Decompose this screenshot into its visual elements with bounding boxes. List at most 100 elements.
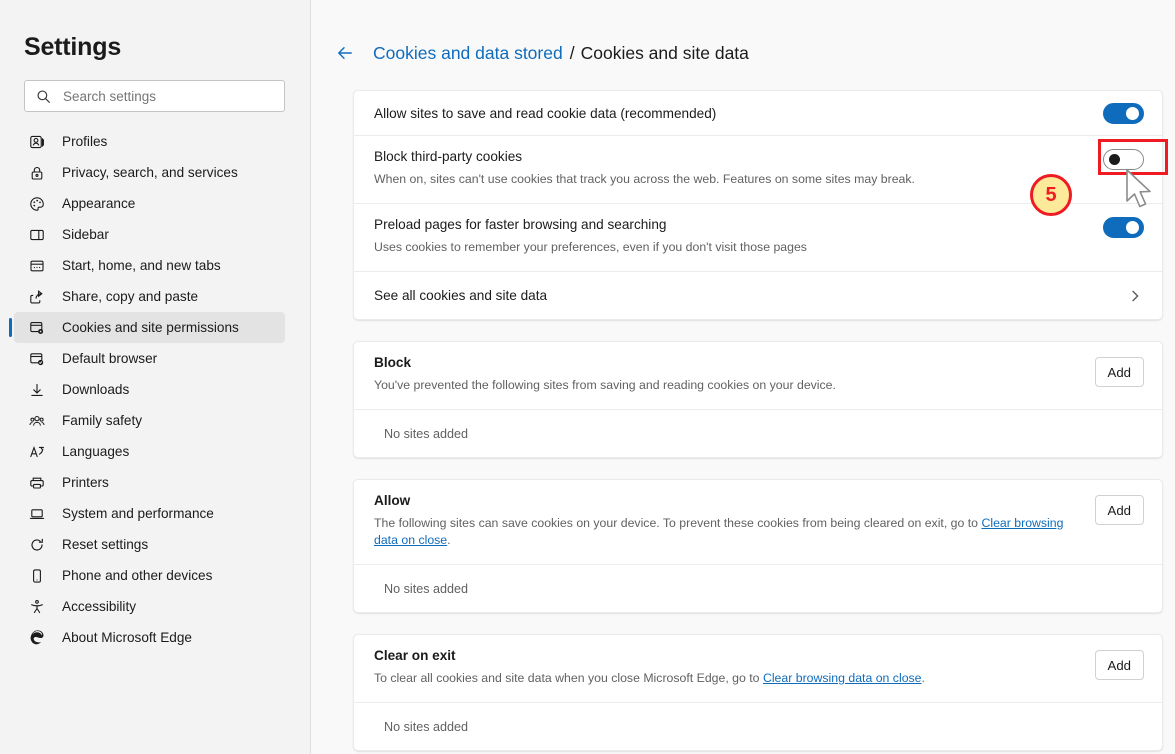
sidebar-item-label: Downloads xyxy=(62,382,130,397)
palette-icon xyxy=(27,194,47,214)
lock-icon xyxy=(27,163,47,183)
sidebar-item-label: Sidebar xyxy=(62,227,109,242)
sidebar-item-phone-and-other-devices[interactable]: Phone and other devices xyxy=(14,560,285,591)
sidebar-item-sidebar[interactable]: Sidebar xyxy=(14,219,285,250)
add-allowed-site-button[interactable]: Add xyxy=(1094,495,1144,525)
laptop-icon xyxy=(27,504,47,524)
sidebar-item-about-microsoft-edge[interactable]: About Microsoft Edge xyxy=(14,622,285,653)
allow-card-description-suffix: . xyxy=(447,533,451,547)
block-card-title: Block xyxy=(374,355,412,370)
allow-card-title: Allow xyxy=(374,493,411,508)
reset-icon xyxy=(27,535,47,555)
sidebar-item-label: Share, copy and paste xyxy=(62,289,199,304)
allow-sites-list: No sites added xyxy=(354,564,1162,612)
printer-icon xyxy=(27,473,47,493)
sidebar-item-system-and-performance[interactable]: System and performance xyxy=(14,498,285,529)
page-title: Settings xyxy=(24,33,122,61)
setting-title: Allow sites to save and read cookie data… xyxy=(374,105,717,121)
allow-empty-text: No sites added xyxy=(384,581,469,596)
sidebar-item-reset-settings[interactable]: Reset settings xyxy=(14,529,285,560)
sidebar-item-default-browser[interactable]: Default browser xyxy=(14,343,285,374)
sidebar-item-label: Start, home, and new tabs xyxy=(62,258,221,273)
row-texts: Clear on exit To clear all cookies and s… xyxy=(374,648,1095,687)
settings-content: Cookies and data stored / Cookies and si… xyxy=(311,0,1175,754)
block-card-description: You've prevented the following sites fro… xyxy=(374,377,1077,394)
sidebar-item-profiles[interactable]: Profiles xyxy=(14,126,285,157)
setting-title: Block third-party cookies xyxy=(374,149,523,164)
clear-browsing-data-on-close-link[interactable]: Clear browsing data on close xyxy=(763,671,922,685)
clear-on-exit-card: Clear on exit To clear all cookies and s… xyxy=(353,634,1163,751)
back-arrow-icon[interactable] xyxy=(333,41,357,65)
sidebar-item-label: Cookies and site permissions xyxy=(62,320,239,335)
sidebar-item-label: Phone and other devices xyxy=(62,568,213,583)
sidebar-item-cookies-and-site-permissions[interactable]: Cookies and site permissions xyxy=(9,312,285,343)
allow-sites-card: Allow The following sites can save cooki… xyxy=(353,479,1163,613)
setting-title: Preload pages for faster browsing and se… xyxy=(374,217,667,232)
sidebar-item-label: Accessibility xyxy=(62,599,137,614)
cookie-permissions-icon xyxy=(27,318,47,338)
cookie-settings-card: Allow sites to save and read cookie data… xyxy=(353,90,1163,320)
edge-logo-icon xyxy=(27,628,47,648)
sidebar-item-label: About Microsoft Edge xyxy=(62,630,192,645)
languages-icon xyxy=(27,442,47,462)
toggle-block-third-party-cookies[interactable] xyxy=(1103,149,1144,170)
search-input[interactable] xyxy=(63,88,274,104)
row-texts: Block third-party cookies When on, sites… xyxy=(374,149,1103,188)
settings-page: Settings Profiles xyxy=(0,0,1175,754)
row-texts: Block You've prevented the following sit… xyxy=(374,355,1095,394)
setting-title: See all cookies and site data xyxy=(374,288,548,303)
sidebar-item-languages[interactable]: Languages xyxy=(14,436,285,467)
sidebar-item-label: System and performance xyxy=(62,506,214,521)
clear-on-exit-sites-list: No sites added xyxy=(354,702,1162,750)
breadcrumb: Cookies and data stored / Cookies and si… xyxy=(333,39,1175,67)
sidebar-item-label: Reset settings xyxy=(62,537,149,552)
sidebar-item-accessibility[interactable]: Accessibility xyxy=(14,591,285,622)
default-browser-icon xyxy=(27,349,47,369)
family-icon xyxy=(27,411,47,431)
allow-card-description: The following sites can save cookies on … xyxy=(374,515,1077,549)
sidebar-item-start-home-and-new-tabs[interactable]: Start, home, and new tabs xyxy=(14,250,285,281)
setting-row-allow-sites-cookie-data: Allow sites to save and read cookie data… xyxy=(354,91,1162,135)
profiles-icon xyxy=(27,132,47,152)
add-clear-on-exit-site-button[interactable]: Add xyxy=(1094,650,1144,680)
allow-card-description-prefix: The following sites can save cookies on … xyxy=(374,516,982,530)
setting-row-see-all-cookies[interactable]: See all cookies and site data xyxy=(354,271,1162,319)
sidebar-item-label: Languages xyxy=(62,444,130,459)
setting-description: Uses cookies to remember your preference… xyxy=(374,240,807,254)
sidebar-item-label: Default browser xyxy=(62,351,158,366)
clear-on-exit-title: Clear on exit xyxy=(374,648,456,663)
row-texts: Allow The following sites can save cooki… xyxy=(374,493,1095,549)
clear-on-exit-description-prefix: To clear all cookies and site data when … xyxy=(374,671,763,685)
toggle-allow-sites-cookie-data[interactable] xyxy=(1103,102,1144,124)
toggle-preload-pages[interactable] xyxy=(1103,217,1144,238)
sidebar-item-printers[interactable]: Printers xyxy=(14,467,285,498)
row-texts: See all cookies and site data xyxy=(374,288,1126,303)
share-icon xyxy=(27,287,47,307)
sidebar-item-label: Printers xyxy=(62,475,109,490)
search-settings-box[interactable] xyxy=(24,80,285,112)
setting-description: When on, sites can't use cookies that tr… xyxy=(374,172,915,186)
sidebar-item-share-copy-and-paste[interactable]: Share, copy and paste xyxy=(14,281,285,312)
add-blocked-site-button[interactable]: Add xyxy=(1094,357,1144,387)
sidebar-item-label: Family safety xyxy=(62,413,143,428)
sidebar-item-family-safety[interactable]: Family safety xyxy=(14,405,285,436)
block-card-description-text: You've prevented the following sites fro… xyxy=(374,378,836,392)
sidebar-item-appearance[interactable]: Appearance xyxy=(14,188,285,219)
allow-card-header: Allow The following sites can save cooki… xyxy=(354,480,1162,564)
setting-row-preload-pages: Preload pages for faster browsing and se… xyxy=(354,203,1162,271)
settings-sidebar: Settings Profiles xyxy=(0,0,311,754)
accessibility-icon xyxy=(27,597,47,617)
clear-on-exit-empty-text: No sites added xyxy=(384,719,469,734)
breadcrumb-current: Cookies and site data xyxy=(580,42,749,63)
row-texts: Preload pages for faster browsing and se… xyxy=(374,217,1103,256)
sidebar-item-privacy-search-and-services[interactable]: Privacy, search, and services xyxy=(14,157,285,188)
block-card-header: Block You've prevented the following sit… xyxy=(354,342,1162,409)
sidebar-item-downloads[interactable]: Downloads xyxy=(14,374,285,405)
chevron-right-icon[interactable] xyxy=(1126,287,1144,305)
breadcrumb-parent-link[interactable]: Cookies and data stored xyxy=(373,43,563,64)
search-icon xyxy=(35,88,51,104)
download-icon xyxy=(27,380,47,400)
sidebar-item-label: Appearance xyxy=(62,196,136,211)
clear-on-exit-description: To clear all cookies and site data when … xyxy=(374,670,1077,687)
clear-on-exit-description-suffix: . xyxy=(921,671,925,685)
